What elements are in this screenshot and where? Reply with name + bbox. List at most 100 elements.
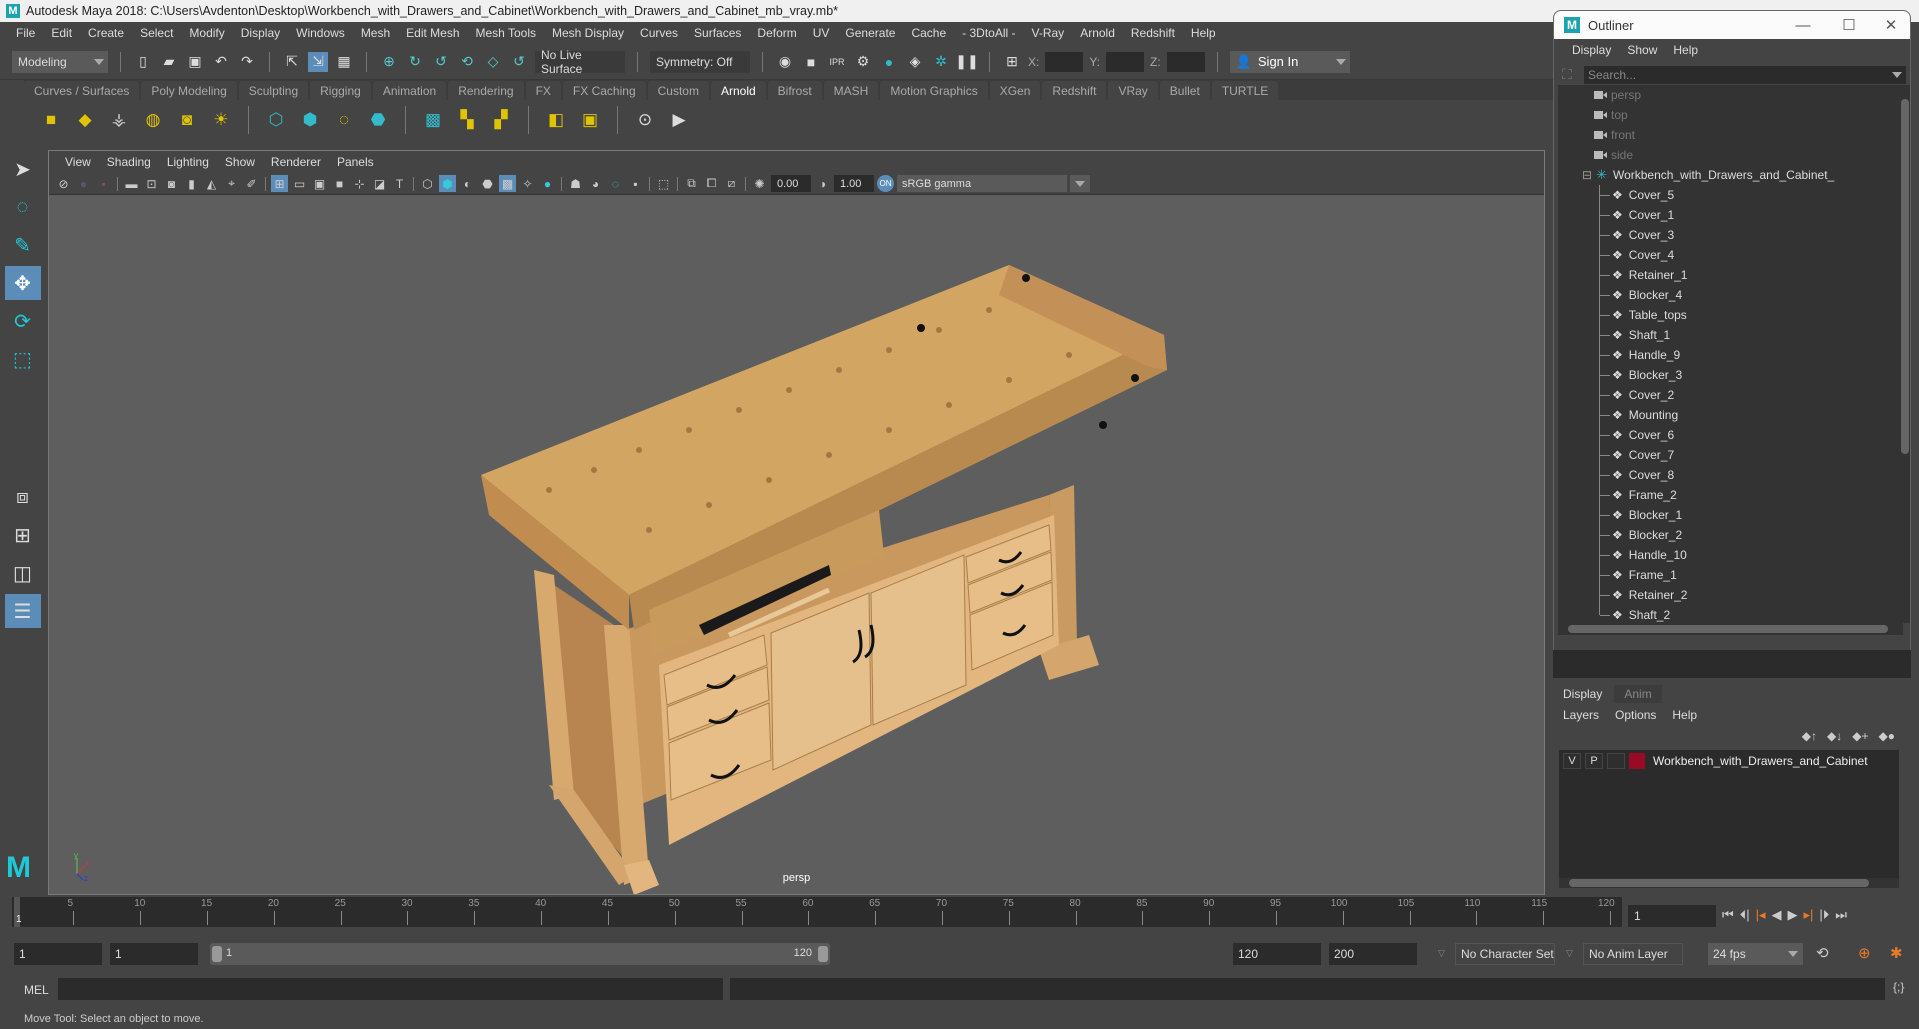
move-layer-down-icon[interactable]: ◆↓ [1827, 729, 1842, 743]
filter-icon[interactable]: ⛶ [1562, 66, 1572, 83]
view-transform-field[interactable]: sRGB gamma [897, 175, 1067, 192]
wireframe-on-shaded-icon[interactable]: ⬣ [479, 175, 496, 192]
image-plane-icon[interactable]: ▮ [183, 175, 200, 192]
minimize-icon[interactable]: — [1788, 15, 1818, 35]
menu-create[interactable]: Create [80, 26, 132, 40]
outliner-item-table_tops[interactable]: ❖ Table_tops [1558, 305, 1903, 325]
outliner-item-top[interactable]: top [1558, 105, 1903, 125]
new-scene-icon[interactable]: ▯ [133, 52, 153, 72]
panel-menu-view[interactable]: View [57, 155, 99, 169]
depth-of-field-icon[interactable]: ▪ [627, 175, 644, 192]
volume-icon[interactable]: ⬣ [365, 107, 391, 133]
layer-menu-help[interactable]: Help [1672, 708, 1705, 722]
camera-select-icon[interactable]: ⊘ [55, 175, 72, 192]
grease-pencil-icon[interactable]: ◭ [203, 175, 220, 192]
color-management-toggle-icon[interactable]: ON [877, 175, 894, 192]
menu-help[interactable]: Help [1183, 26, 1224, 40]
light-editor-icon[interactable]: ✲ [931, 52, 951, 72]
outliner-item-cover_7[interactable]: ❖ Cover_7 [1558, 445, 1903, 465]
layer-menu-layers[interactable]: Layers [1563, 708, 1607, 722]
outliner-item-retainer_1[interactable]: ❖ Retainer_1 [1558, 265, 1903, 285]
layer-color-swatch[interactable] [1629, 753, 1645, 769]
anim-end-field[interactable]: 200 [1329, 943, 1417, 965]
collapse-icon[interactable]: ⊟ [1582, 168, 1592, 182]
bookmark-icon[interactable]: ▪ [95, 175, 112, 192]
shelf-tab-sculpting[interactable]: Sculpting [238, 81, 309, 100]
layer-visibility-toggle[interactable]: V [1563, 753, 1581, 769]
select-object-icon[interactable]: ⇲ [308, 51, 328, 72]
menu-deform[interactable]: Deform [749, 26, 804, 40]
menu-select[interactable]: Select [132, 26, 181, 40]
outliner-item-mounting[interactable]: ❖ Mounting [1558, 405, 1903, 425]
step-forward-key-icon[interactable]: ▸| [1804, 907, 1814, 923]
maximize-icon[interactable]: ☐ [1834, 15, 1864, 35]
auto-key-icon[interactable]: ⊕ [1858, 944, 1871, 962]
outliner-item-frame_1[interactable]: ❖ Frame_1 [1558, 565, 1903, 585]
select-tool-icon[interactable]: ➤ [5, 152, 41, 186]
step-forward-frame-icon[interactable]: |⏵ [1819, 907, 1829, 923]
menu-file[interactable]: File [8, 26, 43, 40]
outliner-vertical-scrollbar[interactable] [1900, 85, 1910, 623]
render-frame-icon[interactable]: ■ [801, 52, 821, 72]
shelf-tab-mash[interactable]: MASH [823, 81, 879, 100]
persp-outliner-layout-icon[interactable]: ◫ [5, 556, 41, 590]
outliner-layout-icon[interactable]: ☰ [4, 594, 41, 628]
panel-menu-show[interactable]: Show [217, 155, 263, 169]
anim-layer-arrow-icon[interactable]: ▽ [1566, 948, 1573, 959]
undo-icon[interactable]: ↶ [211, 52, 231, 72]
wireframe-icon[interactable]: ⬡ [419, 175, 436, 192]
search-options-icon[interactable] [1892, 72, 1902, 78]
menu-modify[interactable]: Modify [181, 26, 232, 40]
x-field[interactable] [1045, 51, 1084, 72]
xray-icon[interactable]: ⧉ [683, 175, 700, 192]
anim-layer-field[interactable]: No Anim Layer [1583, 943, 1683, 965]
menu-3dtoall[interactable]: - 3DtoAll - [954, 26, 1023, 40]
menu-redshift[interactable]: Redshift [1123, 26, 1183, 40]
menu-arnold[interactable]: Arnold [1072, 26, 1123, 40]
material-icon[interactable]: ◧ [543, 107, 569, 133]
gate-mask-icon[interactable]: ■ [331, 175, 348, 192]
gamma-field[interactable]: 1.00 [834, 175, 874, 192]
smooth-shade-icon[interactable]: ⬢ [439, 175, 456, 192]
snap-live-icon[interactable]: ↺ [509, 52, 529, 72]
character-set-field[interactable]: No Character Set [1455, 943, 1555, 965]
live-surface-field[interactable]: No Live Surface [535, 48, 625, 76]
menu-surfaces[interactable]: Surfaces [686, 26, 749, 40]
isolate-select-icon[interactable]: ⬚ [655, 175, 672, 192]
outliner-item-side[interactable]: side [1558, 145, 1903, 165]
single-perspective-icon[interactable]: ⧈ [5, 480, 41, 514]
shelf-tab-custom[interactable]: Custom [647, 81, 709, 100]
exposure-field[interactable]: 0.00 [771, 175, 811, 192]
character-set-arrow-icon[interactable]: ▽ [1438, 948, 1445, 959]
menu-edit[interactable]: Edit [43, 26, 80, 40]
resolution-gate-icon[interactable]: ▣ [311, 175, 328, 192]
outliner-item-cover_3[interactable]: ❖ Cover_3 [1558, 225, 1903, 245]
outliner-menu-display[interactable]: Display [1564, 43, 1619, 57]
shelf-tab-animation[interactable]: Animation [372, 81, 447, 100]
mesh-light-icon[interactable]: ◆ [72, 107, 98, 133]
range-end-handle[interactable] [818, 946, 828, 962]
export-standin-icon[interactable]: ⬢ [297, 107, 323, 133]
go-to-start-icon[interactable]: ⏮ [1722, 907, 1734, 923]
shelf-tab-turtle[interactable]: TURTLE [1211, 81, 1279, 100]
anti-aliasing-icon[interactable]: ◌ [607, 175, 624, 192]
shelf-tab-poly-modeling[interactable]: Poly Modeling [141, 81, 237, 100]
use-all-lights-icon[interactable]: ✧ [519, 175, 536, 192]
outliner-item-persp[interactable]: persp [1558, 85, 1903, 105]
outliner-horizontal-scrollbar[interactable] [1558, 623, 1903, 635]
time-ruler[interactable]: 1 5 10 15 20 25 30 35 40 45 50 55 60 65 70 75 80 85 90 95 1… [12, 897, 1622, 927]
layer-horizontal-scrollbar[interactable] [1559, 878, 1899, 888]
snap-grid-icon[interactable]: ⊕ [379, 52, 399, 72]
create-layer-from-selected-icon[interactable]: ◆● [1879, 729, 1895, 743]
menu-cache[interactable]: Cache [903, 26, 954, 40]
motion-blur-icon[interactable]: ◕ [587, 175, 604, 192]
step-back-frame-icon[interactable]: ⏴| [1740, 907, 1750, 923]
menu-windows[interactable]: Windows [288, 26, 353, 40]
film-gate-toggle-icon[interactable]: ▭ [291, 175, 308, 192]
shelf-tab-curves-surfaces[interactable]: Curves / Surfaces [24, 81, 140, 100]
outliner-item-blocker_4[interactable]: ❖ Blocker_4 [1558, 285, 1903, 305]
area-light-icon[interactable]: ■ [38, 107, 64, 133]
shelf-tab-fx[interactable]: FX [525, 81, 561, 100]
layer-tab-anim[interactable]: Anim [1614, 685, 1662, 703]
xray-joints-icon[interactable]: ⧠ [703, 175, 720, 192]
